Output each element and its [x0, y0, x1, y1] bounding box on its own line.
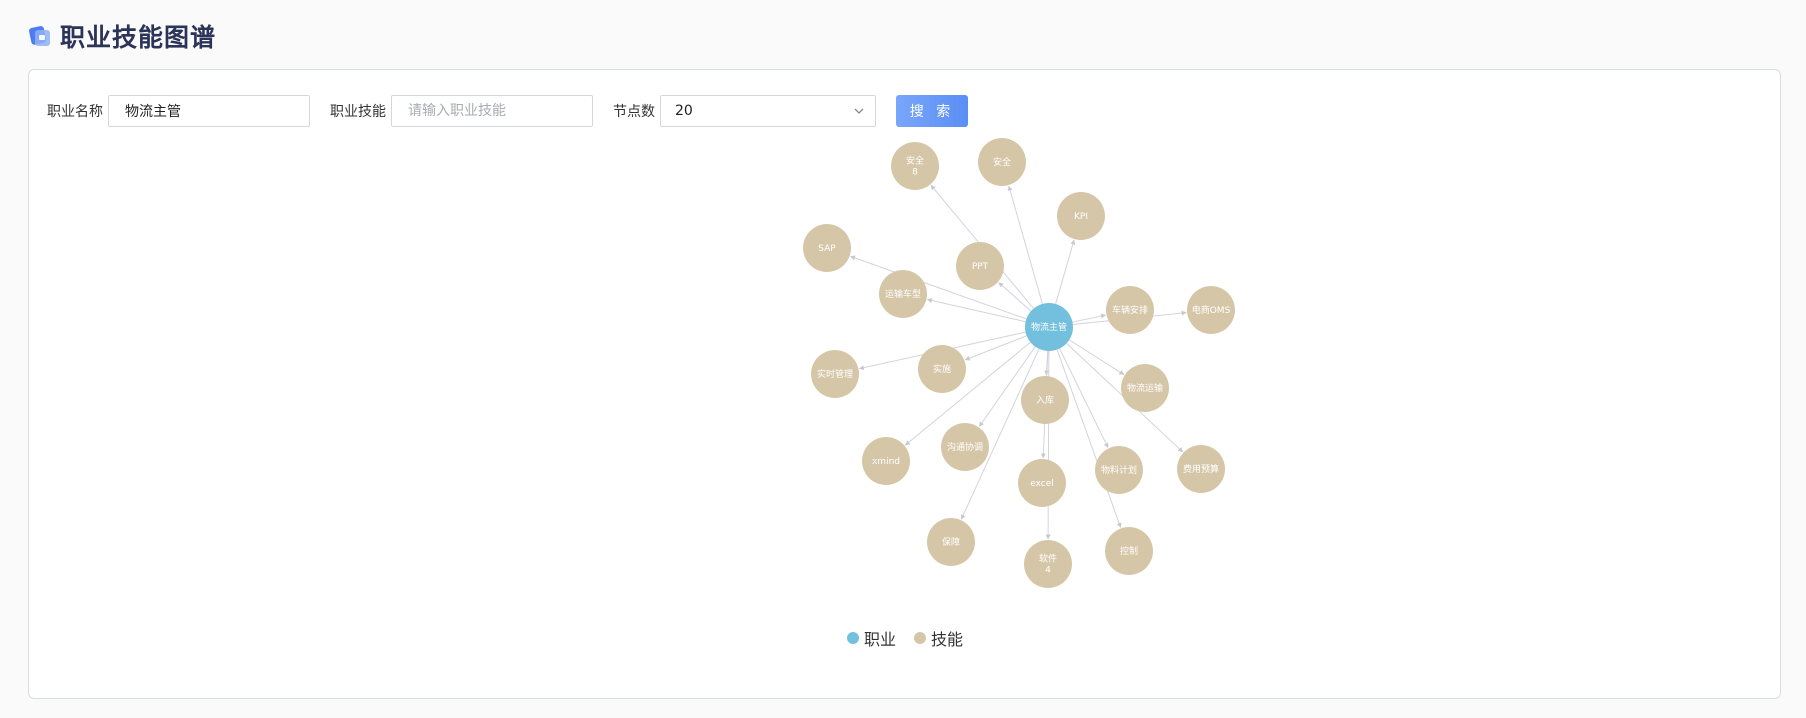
skill-node-label: 软件 — [1039, 553, 1057, 565]
skill-node-label: 入库 — [1036, 394, 1054, 406]
skill-node[interactable]: 控制 — [1105, 527, 1153, 575]
skill-graph[interactable]: 安全8安全KPISAPPPT运输车型车辆安排 电商OMS实时管理 实施物流运输入库x… — [29, 70, 1780, 698]
skill-node-label: 保障 — [942, 536, 960, 548]
skill-node[interactable]: 安全8 — [891, 142, 939, 190]
skill-node-label: excel — [1030, 479, 1054, 489]
app-logo-icon — [29, 26, 50, 46]
skill-node[interactable]: 入库 — [1021, 376, 1069, 424]
skill-node[interactable]: xmind — [862, 437, 910, 485]
page-header: 职业技能图谱 — [28, 18, 216, 54]
skill-node[interactable]: 软件4 — [1024, 540, 1072, 588]
skill-node[interactable]: 费用预算 — [1177, 445, 1225, 493]
skill-node[interactable]: SAP — [803, 224, 851, 272]
graph-edge — [1056, 349, 1122, 528]
skill-node-label: xmind — [872, 457, 900, 467]
graph-edge — [1072, 313, 1107, 323]
skill-node-label: KPI — [1074, 212, 1088, 222]
skill-node-label: 运输车型 — [885, 288, 921, 300]
skill-node-label: 费用预算 — [1183, 463, 1219, 475]
skill-node-label: 物流运输 — [1127, 382, 1163, 394]
skill-node[interactable]: KPI — [1057, 192, 1105, 240]
graph-edge — [926, 298, 1026, 323]
skill-node[interactable]: 运输车型 — [879, 270, 927, 318]
skill-node[interactable]: 物流运输 — [1121, 364, 1169, 412]
graph-edge — [998, 282, 1032, 312]
skill-node-label: 沟通协调 — [947, 441, 983, 453]
skill-node-label: 控制 — [1120, 545, 1138, 557]
skill-node-label: 实施 — [933, 363, 951, 375]
skill-node-label: 4 — [1045, 566, 1051, 576]
graph-legend: 职业 技能 — [847, 626, 981, 650]
graph-edge — [964, 335, 1027, 361]
job-node-label: 物流主管 — [1031, 321, 1067, 333]
skill-node-label: 实时管理 — [817, 368, 853, 380]
skill-node[interactable]: 物料计划 — [1095, 446, 1143, 494]
skill-node-label: 安全 — [993, 156, 1011, 168]
legend-dot-skill — [914, 632, 927, 644]
skill-node[interactable]: PPT — [956, 242, 1004, 290]
skill-node-label: 安全 — [906, 155, 924, 167]
skill-node[interactable]: 电商OMS — [1187, 286, 1235, 334]
skill-node-label: 8 — [912, 168, 918, 178]
skill-node[interactable]: 安全 — [978, 138, 1026, 186]
skill-node[interactable]: excel — [1018, 459, 1066, 507]
legend-item-skill[interactable]: 技能 — [914, 626, 963, 650]
graph-edge — [1055, 239, 1076, 305]
skill-node[interactable]: 车辆安排 — [1106, 286, 1154, 334]
page-title: 职业技能图谱 — [60, 23, 217, 52]
job-node[interactable]: 物流主管 — [1025, 303, 1073, 351]
skill-node-label: 车辆安排 — [1112, 304, 1148, 316]
legend-dot-job — [847, 632, 859, 644]
skill-node[interactable]: 保障 — [927, 518, 975, 566]
skill-node-label: PPT — [972, 262, 989, 272]
skill-node[interactable]: 沟通协调 — [941, 423, 989, 471]
graph-edge — [1007, 185, 1043, 305]
skill-node[interactable]: 实施 — [918, 345, 966, 393]
legend-label-job: 职业 — [864, 630, 897, 649]
legend-item-job[interactable]: 职业 — [847, 626, 896, 650]
skill-node-label: 物料计划 — [1101, 464, 1137, 476]
legend-label-skill: 技能 — [931, 630, 964, 649]
graph-edge — [1068, 339, 1125, 376]
graph-panel: 职业名称 职业技能 节点数 20 搜 索 安全8安全KPISAPPPT运输车型车… — [28, 69, 1781, 699]
skill-node-label: SAP — [818, 244, 836, 254]
skill-node-label: 电商OMS — [1192, 304, 1231, 316]
skill-node[interactable]: 实时管理 — [811, 350, 859, 398]
